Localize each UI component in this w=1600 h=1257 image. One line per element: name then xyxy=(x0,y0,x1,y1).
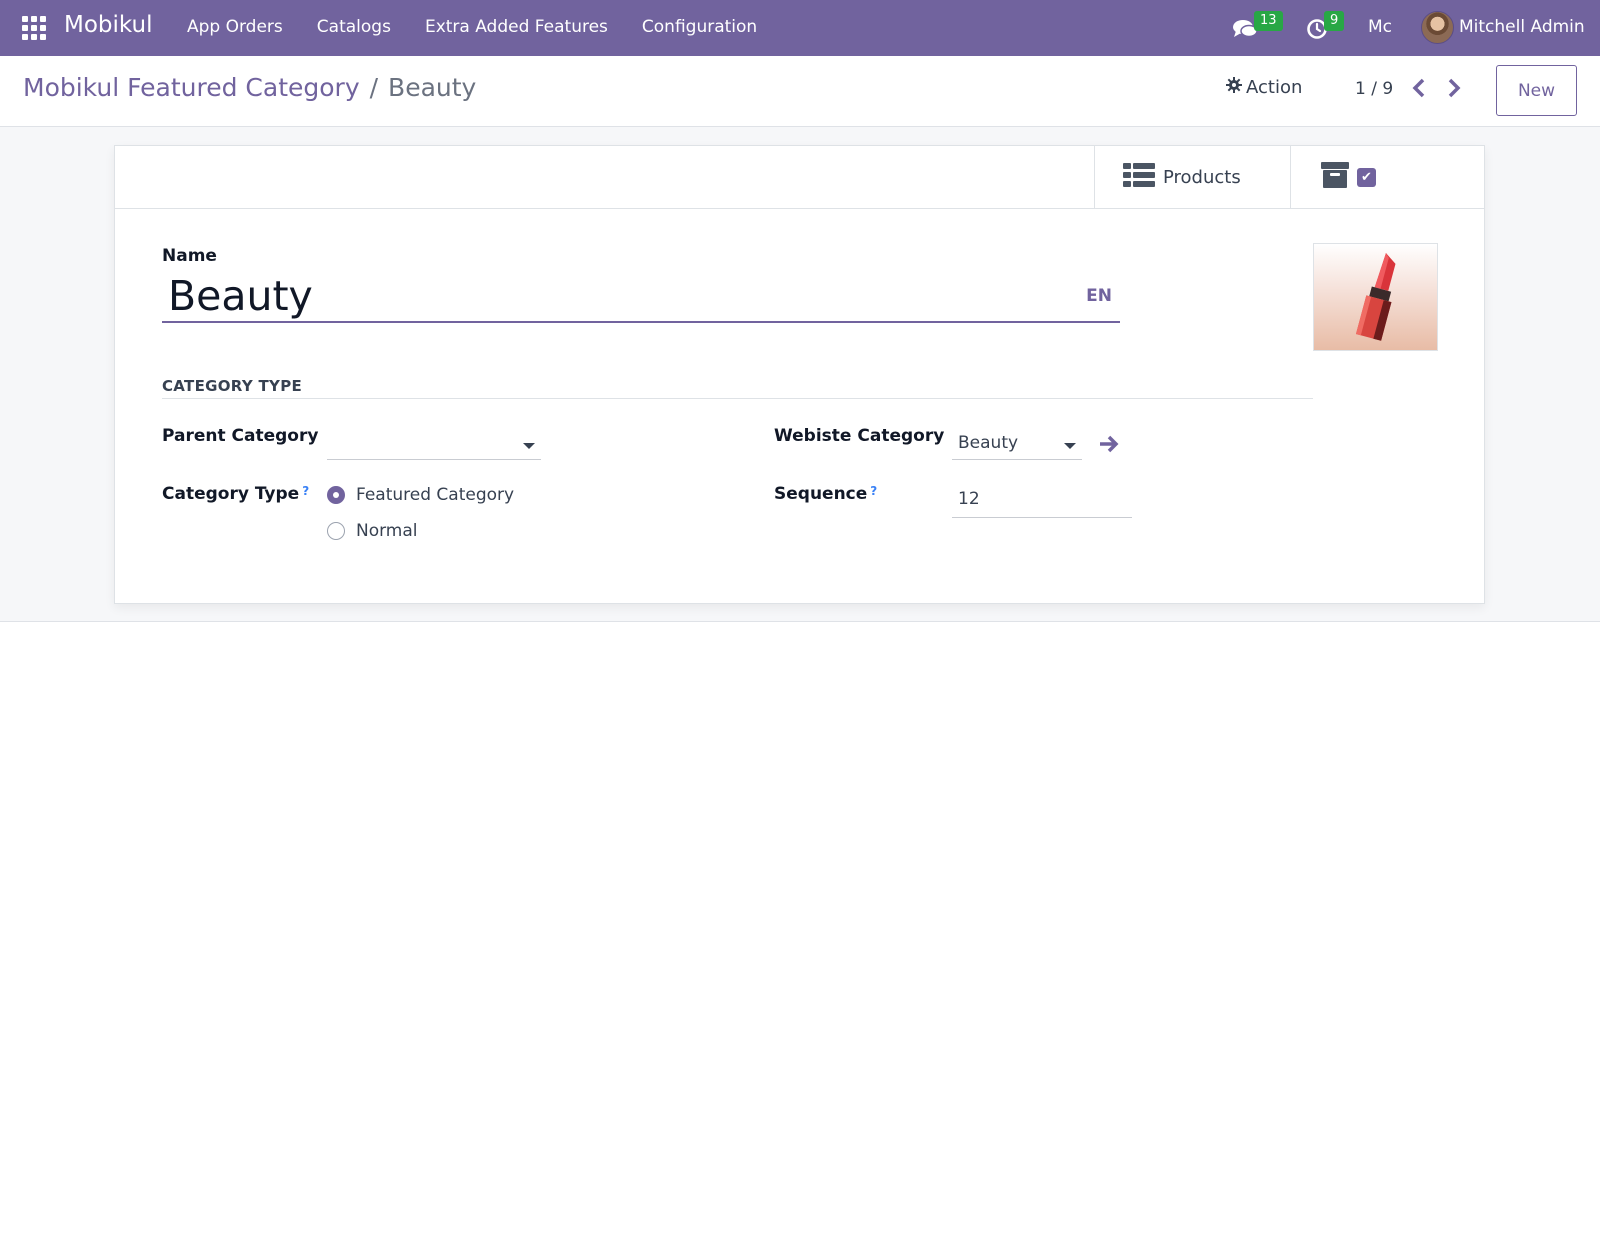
user-avatar[interactable] xyxy=(1421,11,1454,44)
products-smart-button-label: Products xyxy=(1163,166,1241,188)
category-type-label: Category Type? xyxy=(162,484,309,504)
chevron-down-icon xyxy=(1064,443,1076,449)
name-input-value: Beauty xyxy=(168,272,313,320)
internal-link-arrow-icon[interactable] xyxy=(1097,432,1121,456)
user-menu[interactable]: Mitchell Admin xyxy=(1459,17,1585,37)
menu-extra-added-features[interactable]: Extra Added Features xyxy=(425,17,608,37)
smart-button-box: Products ✔ xyxy=(115,146,1484,209)
sequence-value: 12 xyxy=(958,489,980,509)
help-tooltip-icon[interactable]: ? xyxy=(302,484,309,498)
chevron-down-icon xyxy=(523,443,535,449)
activities-count-badge: 9 xyxy=(1324,11,1345,31)
app-brand[interactable]: Mobikul xyxy=(64,12,153,38)
pager-next-icon[interactable] xyxy=(1443,76,1465,100)
section-divider xyxy=(162,398,1313,399)
parent-category-select[interactable] xyxy=(327,428,541,460)
breadcrumb-current: Beauty xyxy=(388,73,477,102)
action-label: Action xyxy=(1246,77,1303,98)
radio-normal-label: Normal xyxy=(356,521,418,541)
website-category-select[interactable]: Beauty xyxy=(952,428,1082,460)
menu-app-orders[interactable]: App Orders xyxy=(187,17,283,37)
breadcrumb-separator: / xyxy=(369,73,379,102)
archive-toggle-button[interactable]: ✔ xyxy=(1290,146,1484,208)
breadcrumb-parent-link[interactable]: Mobikul Featured Category xyxy=(23,73,360,102)
list-icon xyxy=(1123,162,1155,192)
name-input[interactable]: Beauty EN xyxy=(162,270,1120,323)
new-record-button[interactable]: New xyxy=(1496,65,1577,116)
website-category-value: Beauty xyxy=(958,433,1019,453)
action-menu-button[interactable]: Action xyxy=(1226,77,1302,98)
apps-grid-icon[interactable] xyxy=(22,16,46,40)
company-switcher[interactable]: Mc xyxy=(1368,17,1392,37)
radio-featured-category[interactable]: Featured Category xyxy=(327,485,514,505)
pager-previous-icon[interactable] xyxy=(1408,76,1430,100)
menu-catalogs[interactable]: Catalogs xyxy=(317,17,391,37)
control-panel: Mobikul Featured Category / Beauty Actio… xyxy=(0,56,1600,127)
archive-icon xyxy=(1321,162,1349,192)
parent-category-label: Parent Category xyxy=(162,426,319,446)
radio-featured-category-label: Featured Category xyxy=(356,485,515,505)
sequence-label-text: Sequence xyxy=(774,484,868,504)
radio-button[interactable] xyxy=(327,522,345,540)
category-type-label-text: Category Type xyxy=(162,484,300,504)
translate-lang-button[interactable]: EN xyxy=(1086,286,1112,306)
radio-normal[interactable]: Normal xyxy=(327,521,418,541)
form-sheet: Products ✔ Name Beauty EN CATEGORY TYPE … xyxy=(114,145,1485,604)
help-tooltip-icon[interactable]: ? xyxy=(870,484,877,498)
lipstick-image xyxy=(1355,253,1396,341)
sequence-label: Sequence? xyxy=(774,484,877,504)
category-image[interactable] xyxy=(1313,243,1438,351)
pager-value[interactable]: 1 / 9 xyxy=(1355,79,1393,99)
messages-count-badge: 13 xyxy=(1254,11,1283,31)
name-field-label: Name xyxy=(162,246,217,266)
active-checkbox[interactable]: ✔ xyxy=(1357,167,1376,187)
website-category-label: Webiste Category xyxy=(774,426,945,446)
menu-configuration[interactable]: Configuration xyxy=(642,17,757,37)
radio-button-checked[interactable] xyxy=(327,486,345,504)
section-title: CATEGORY TYPE xyxy=(162,377,303,395)
products-smart-button[interactable]: Products xyxy=(1094,146,1290,208)
top-navbar: Mobikul App Orders Catalogs Extra Added … xyxy=(0,0,1600,56)
breadcrumb: Mobikul Featured Category / Beauty xyxy=(23,73,476,102)
gear-icon xyxy=(1226,77,1242,98)
main-menu: App Orders Catalogs Extra Added Features… xyxy=(187,17,791,37)
sequence-input[interactable]: 12 xyxy=(952,484,1132,518)
